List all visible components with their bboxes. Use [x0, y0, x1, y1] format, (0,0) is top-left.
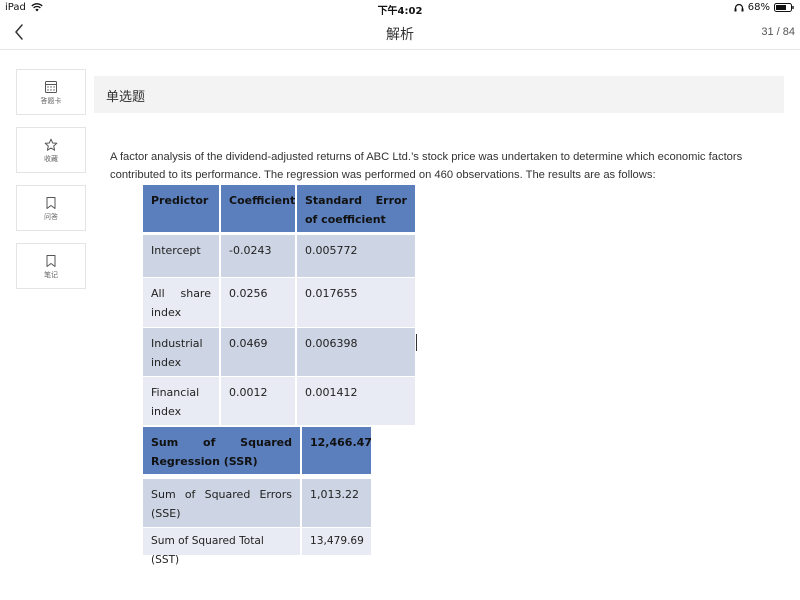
section-header: 单选题	[94, 76, 784, 113]
answer-sheet-button[interactable]: 答题卡	[16, 69, 86, 115]
status-right: 68%	[734, 2, 794, 13]
table-cell: 0.0012	[221, 377, 295, 425]
qa-button[interactable]: 问答	[16, 185, 86, 231]
favorite-label: 收藏	[44, 155, 58, 163]
table-cell: 0.017655	[297, 278, 415, 327]
summary-value-cell: 13,479.69	[302, 528, 371, 555]
table-cell: 0.001412	[297, 377, 415, 425]
table-cell: -0.0243	[221, 235, 295, 277]
table-cell: Financial index	[143, 377, 219, 425]
table-cell: Intercept	[143, 235, 219, 277]
table-cell: 0.0256	[221, 278, 295, 327]
status-time: 下午4:02	[377, 6, 423, 17]
favorite-button[interactable]: 收藏	[16, 127, 86, 173]
battery-percent: 68%	[747, 2, 770, 13]
summary-label-cell: Sum of Squared Errors (SSE)	[143, 479, 300, 527]
headphone-icon	[734, 3, 744, 12]
bookmark-icon	[46, 255, 56, 267]
star-icon	[44, 138, 58, 151]
notes-label: 笔记	[44, 271, 58, 279]
table-cell: 0.005772	[297, 235, 415, 277]
notes-button[interactable]: 笔记	[16, 243, 86, 289]
page-indicator: 31 / 84	[761, 26, 795, 38]
table-cell: Industrial index	[143, 328, 219, 376]
question-type-label: 单选题	[106, 90, 146, 105]
qa-label: 问答	[44, 213, 58, 221]
bookmark-icon	[46, 197, 56, 209]
table-cell: All share index	[143, 278, 219, 327]
table-header-cell: Predictor	[143, 185, 219, 232]
summary-value-cell: 1,013.22	[302, 479, 371, 527]
calculator-icon	[45, 81, 57, 93]
text-cursor	[416, 334, 417, 351]
table-header-cell: Standard Error of coefficient	[297, 185, 415, 232]
answer-sheet-label: 答题卡	[40, 97, 62, 105]
battery-icon	[774, 3, 794, 12]
status-bar: iPad 下午4:02 68%	[0, 0, 800, 17]
summary-value-cell: 12,466.47	[302, 427, 372, 474]
table-cell: 0.006398	[297, 328, 415, 376]
nav-bar: 解析 31 / 84	[0, 16, 800, 50]
question-text: A factor analysis of the dividend-adjust…	[110, 151, 743, 181]
table-header-cell: Coefficient	[221, 185, 295, 232]
table-cell: 0.0469	[221, 328, 295, 376]
summary-label-cell: Sum of Squared Regression (SSR)	[143, 427, 300, 474]
page-title: 解析	[386, 27, 414, 43]
summary-label-cell: Sum of Squared Total (SST)	[143, 528, 300, 566]
